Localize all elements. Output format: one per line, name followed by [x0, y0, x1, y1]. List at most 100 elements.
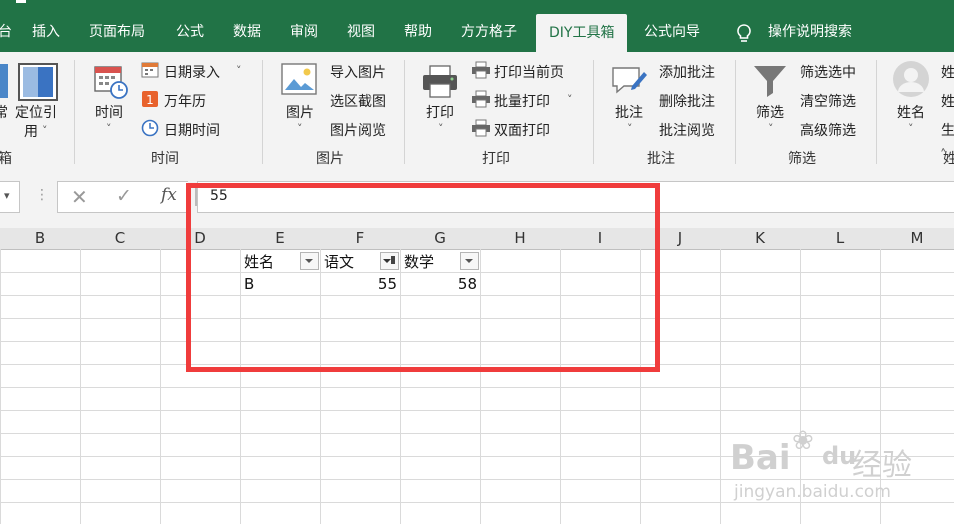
group-label-filter: 筛选 [788, 151, 816, 167]
chevron-down-icon: ˅ [106, 122, 112, 135]
time-button-label[interactable]: 时间 [95, 102, 123, 122]
gridline [0, 479, 954, 480]
paw-icon: ❀ [792, 426, 814, 456]
calendar-clock-icon[interactable] [93, 64, 129, 104]
tab-help[interactable]: 帮助 [404, 12, 432, 52]
group-divider [735, 60, 736, 164]
group-divider [262, 60, 263, 164]
highlight-box [186, 183, 660, 372]
drag-handle-icon[interactable]: ⋮ [35, 187, 49, 203]
picture-icon[interactable] [281, 62, 319, 104]
confirm-icon[interactable]: ✓ [116, 185, 132, 207]
tab-search[interactable]: 操作说明搜索 [768, 12, 852, 52]
name-box[interactable]: ▾ [0, 181, 20, 213]
print-current-page-button[interactable]: 打印当前页 [494, 62, 564, 82]
chevron-down-icon[interactable]: ˅ [567, 93, 573, 106]
print-button-label[interactable]: 打印 [426, 102, 454, 122]
cell-style-icon [0, 64, 8, 98]
name-item-2[interactable]: 姓 [941, 91, 954, 111]
name-item-3[interactable]: 生 [941, 120, 954, 140]
ribbon: 常 定位引 用 ˅ 箱 时间 ˅ 日期录入 ˅ 1 万年历 日期时间 时间 图片… [0, 52, 954, 169]
tab-formula-wizard[interactable]: 公式向导 [644, 12, 700, 52]
normal-label[interactable]: 常 [0, 102, 8, 122]
column-header-b[interactable]: B [0, 228, 80, 249]
watermark-jingyan: 经验 [852, 448, 912, 483]
group-divider [593, 60, 594, 164]
tab-diy-toolbox[interactable]: DIY工具箱 [536, 14, 628, 52]
clock-icon [141, 119, 159, 141]
person-avatar-icon[interactable] [892, 60, 930, 102]
date-entry-icon [141, 61, 159, 83]
add-comment-button[interactable]: 添加批注 [659, 62, 715, 82]
region-screenshot-button[interactable]: 选区截图 [330, 91, 386, 111]
group-label-partial: 箱 [0, 151, 12, 167]
chevron-down-icon: ˅ [908, 122, 914, 135]
date-time-button[interactable]: 日期时间 [164, 120, 220, 140]
filter-button-label[interactable]: 筛选 [756, 102, 784, 122]
column-header-c[interactable]: C [80, 228, 160, 249]
column-header-m[interactable]: M [880, 228, 954, 249]
batch-print-icon [471, 90, 491, 112]
delete-comment-button[interactable]: 删除批注 [659, 91, 715, 111]
funnel-icon[interactable] [752, 62, 788, 102]
locate-ref-label[interactable]: 定位引 [15, 102, 57, 122]
printer-icon[interactable] [421, 64, 459, 104]
gridline [0, 387, 954, 388]
chevron-down-icon: ˅ [42, 124, 48, 137]
date-entry-button[interactable]: 日期录入 [164, 62, 220, 82]
tab-start[interactable]: 台 [0, 12, 12, 52]
ribbon-tab-bar: 台 插入 页面布局 公式 数据 审阅 视图 帮助 方方格子 DIY工具箱 公式向… [0, 0, 954, 52]
tab-page-layout[interactable]: 页面布局 [89, 12, 145, 52]
group-divider [876, 60, 877, 164]
tab-insert[interactable]: 插入 [32, 12, 60, 52]
name-item-1[interactable]: 姓 [941, 62, 954, 82]
perpetual-calendar-icon: 1 [141, 90, 159, 112]
chevron-down-icon[interactable]: ▾ [4, 189, 10, 202]
cancel-icon[interactable]: ✕ [71, 185, 88, 209]
filter-selected-button[interactable]: 筛选选中 [800, 62, 856, 82]
locate-ref-icon[interactable] [18, 63, 58, 101]
watermark-url: jingyan.baidu.com [734, 482, 891, 502]
column-header-k[interactable]: K [720, 228, 800, 249]
group-divider [404, 60, 405, 164]
tab-fangfang[interactable]: 方方格子 [461, 12, 517, 52]
svg-text:1: 1 [146, 93, 154, 107]
advanced-filter-button[interactable]: 高级筛选 [800, 120, 856, 140]
chevron-down-icon: ˅ [627, 122, 633, 135]
name-button-label[interactable]: 姓名 [897, 102, 925, 122]
watermark-brand: Bai [730, 438, 791, 478]
group-label-print: 打印 [482, 151, 510, 167]
group-divider [74, 60, 75, 164]
gridline [0, 456, 954, 457]
picture-viewer-button[interactable]: 图片阅览 [330, 120, 386, 140]
group-label-picture: 图片 [316, 151, 344, 167]
group-label-time: 时间 [151, 151, 179, 167]
formula-buttons: ✕ ✓ fx [57, 181, 188, 213]
perpetual-calendar-button[interactable]: 万年历 [164, 91, 206, 111]
column-header-l[interactable]: L [800, 228, 880, 249]
clear-filter-button[interactable]: 清空筛选 [800, 91, 856, 111]
title-fragment [16, 0, 26, 3]
batch-print-button[interactable]: 批量打印 [494, 91, 550, 111]
lightbulb-icon [735, 24, 753, 48]
comment-pen-icon[interactable] [610, 62, 648, 104]
chevron-down-icon: ˅ [438, 122, 444, 135]
chevron-down-icon[interactable]: ˅ [236, 64, 242, 77]
print-page-icon [471, 61, 491, 83]
comment-button-label[interactable]: 批注 [615, 102, 643, 122]
tab-formulas[interactable]: 公式 [176, 12, 204, 52]
gridline [0, 410, 954, 411]
tab-view[interactable]: 视图 [347, 12, 375, 52]
picture-button-label[interactable]: 图片 [286, 102, 314, 122]
group-label-comment: 批注 [647, 151, 675, 167]
insert-function-icon[interactable]: fx [161, 185, 177, 205]
tab-data[interactable]: 数据 [233, 12, 261, 52]
duplex-print-button[interactable]: 双面打印 [494, 120, 550, 140]
chevron-down-icon: ˅ [297, 122, 303, 135]
locate-ref-label-2[interactable]: 用 [24, 121, 38, 141]
import-picture-button[interactable]: 导入图片 [330, 62, 386, 82]
view-comments-button[interactable]: 批注阅览 [659, 120, 715, 140]
tab-review[interactable]: 审阅 [290, 12, 318, 52]
gridline [0, 502, 954, 503]
collapse-ribbon-icon[interactable]: ˄ [940, 148, 947, 163]
